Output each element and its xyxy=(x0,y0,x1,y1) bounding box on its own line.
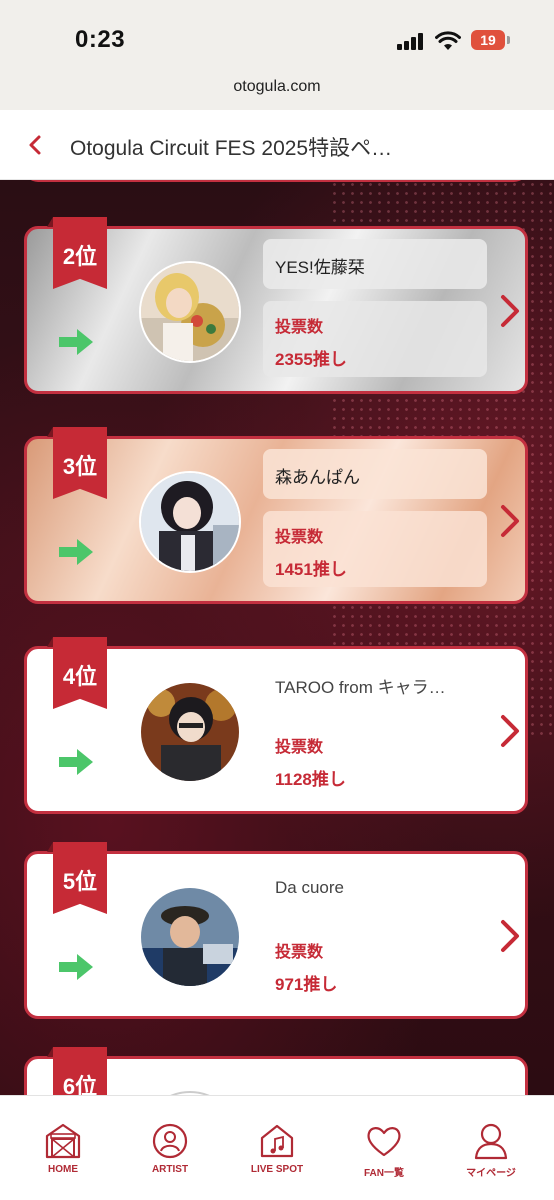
artist-avatar xyxy=(139,471,241,573)
nav-live-spot[interactable]: LIVE SPOT xyxy=(222,1096,332,1200)
vote-count: 1128推し xyxy=(275,770,346,789)
heart-icon xyxy=(367,1127,401,1157)
nav-artist[interactable]: ARTIST xyxy=(115,1096,225,1200)
artist-name: TAROO from キャラ… xyxy=(275,678,446,697)
nav-my-page[interactable]: マイページ xyxy=(436,1096,546,1200)
url-text[interactable]: otogula.com xyxy=(0,78,554,96)
rank-badge: 4位 xyxy=(53,637,107,709)
ranking-card[interactable]: 4位 TAROO from キャラ… 投票数 1128推し xyxy=(24,637,528,814)
vote-count: 2355推し xyxy=(275,350,347,369)
ribbon-fold xyxy=(47,637,53,647)
bottom-navigation: HOME ARTIST LIVE SPOT FAN一覧 マイページ xyxy=(0,1095,554,1200)
vote-count: 1451推し xyxy=(275,560,347,579)
rank-badge: 2位 xyxy=(53,217,107,289)
vote-panel: 投票数 2355推し xyxy=(263,301,487,377)
rank-badge: 5位 xyxy=(53,842,107,914)
ranking-list[interactable]: 2位 YES!佐藤栞 投票数 2355推し 3位 森あんぱん 投票数 1451推… xyxy=(0,180,554,1095)
nav-label: ARTIST xyxy=(151,1164,189,1175)
artist-icon xyxy=(152,1123,188,1159)
artist-avatar xyxy=(139,681,241,783)
battery-cap xyxy=(507,36,510,44)
previous-card-edge xyxy=(24,180,528,182)
vote-label: 投票数 xyxy=(275,319,324,336)
wifi-icon xyxy=(435,31,461,50)
ranking-card[interactable]: 2位 YES!佐藤栞 投票数 2355推し xyxy=(24,217,528,394)
rank-badge: 6位 xyxy=(53,1047,107,1095)
status-time: 0:23 xyxy=(75,26,126,53)
trend-up-arrow-icon xyxy=(59,749,93,775)
back-chevron-icon[interactable] xyxy=(22,130,52,160)
page-header: Otogula Circuit FES 2025特設ペ… xyxy=(0,110,554,180)
ribbon-fold xyxy=(47,217,53,227)
vote-panel: 投票数 1451推し xyxy=(263,511,487,587)
trend-up-arrow-icon xyxy=(59,539,93,565)
artist-avatar xyxy=(139,261,241,363)
vote-label: 投票数 xyxy=(275,944,324,961)
ranking-card[interactable]: 3位 森あんぱん 投票数 1451推し xyxy=(24,427,528,604)
page-title: Otogula Circuit FES 2025特設ペ… xyxy=(70,137,393,160)
artist-avatar xyxy=(139,886,241,988)
nav-label: LIVE SPOT xyxy=(250,1164,304,1175)
artist-name: 森あんぱん xyxy=(263,449,487,499)
ribbon-fold xyxy=(47,1047,53,1057)
ranking-card[interactable]: 6位 xyxy=(24,1047,528,1095)
rank-badge: 3位 xyxy=(53,427,107,499)
home-icon xyxy=(45,1123,81,1159)
vote-count: 971推し xyxy=(275,975,338,994)
chevron-right-icon[interactable] xyxy=(497,503,523,539)
chevron-right-icon[interactable] xyxy=(497,713,523,749)
nav-label: FAN一覧 xyxy=(364,1168,404,1179)
chevron-right-icon[interactable] xyxy=(497,918,523,954)
trend-up-arrow-icon xyxy=(59,329,93,355)
nav-fan-list[interactable]: FAN一覧 xyxy=(329,1096,439,1200)
cellular-signal-icon xyxy=(397,33,427,50)
battery-indicator: 19 xyxy=(471,30,505,50)
ribbon-fold xyxy=(47,842,53,852)
nav-label: HOME xyxy=(48,1164,78,1175)
nav-home[interactable]: HOME xyxy=(8,1096,118,1200)
status-bar: 0:23 19 xyxy=(0,0,554,66)
live-spot-icon xyxy=(260,1124,294,1158)
artist-name: Da cuore xyxy=(275,878,344,897)
vote-panel: 投票数 1128推し xyxy=(263,721,487,797)
user-icon xyxy=(474,1123,508,1160)
vote-panel: 投票数 971推し xyxy=(263,926,487,1002)
vote-label: 投票数 xyxy=(275,739,324,756)
trend-up-arrow-icon xyxy=(59,954,93,980)
ranking-card[interactable]: 5位 Da cuore 投票数 971推し xyxy=(24,842,528,1019)
artist-name: YES!佐藤栞 xyxy=(263,239,487,289)
vote-label: 投票数 xyxy=(275,529,324,546)
ribbon-fold xyxy=(47,427,53,437)
chevron-right-icon[interactable] xyxy=(497,293,523,329)
nav-label: マイページ xyxy=(466,1168,516,1179)
